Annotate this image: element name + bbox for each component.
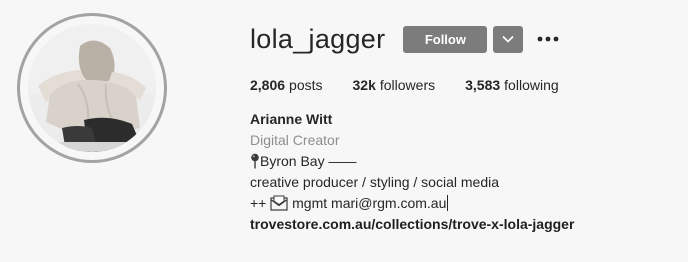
follow-button[interactable]: Follow [403, 25, 488, 53]
posts-stat: 2,806 posts [250, 77, 323, 93]
followers-stat[interactable]: 32k followers [353, 77, 436, 93]
profile-stats: 2,806 posts 32k followers 3,583 following [250, 77, 589, 93]
more-options-button[interactable] [537, 26, 559, 53]
text-cursor: ​ [447, 195, 449, 211]
suggested-accounts-button[interactable] [493, 25, 524, 53]
followers-label: followers [379, 77, 436, 93]
profile-picture-ring[interactable] [17, 13, 167, 163]
pushpin-icon [251, 153, 259, 169]
chevron-down-icon [502, 35, 514, 43]
more-options-icon [538, 36, 559, 42]
full-name: Arianne Witt [250, 111, 333, 127]
bio-website-link[interactable]: trovestore.com.au/collections/trove-x-lo… [250, 214, 574, 235]
bio-mgmt-prefix: ++ [250, 195, 267, 211]
profile-header: lola_jagger Follow [250, 22, 559, 56]
profile-bio: Arianne Witt Digital Creator Byron Bay —… [250, 109, 574, 235]
following-count: 3,583 [465, 77, 501, 93]
posts-label: posts [289, 77, 323, 93]
bio-description: creative producer / styling / social med… [250, 174, 499, 190]
avatar[interactable] [28, 24, 156, 152]
avatar-photo [28, 24, 156, 152]
username: lola_jagger [250, 23, 386, 54]
posts-count: 2,806 [250, 77, 286, 93]
following-label: following [504, 77, 559, 93]
category-label: Digital Creator [250, 132, 340, 148]
envelope-icon [270, 195, 288, 211]
bio-location-line: Byron Bay —— [250, 151, 574, 172]
bio-mgmt-text: mgmt mari@rgm.com.au [292, 195, 447, 211]
bio-mgmt-line: ++ mgmt mari@rgm.com.au​ [250, 193, 574, 214]
bio-location: Byron Bay —— [260, 153, 357, 169]
following-stat[interactable]: 3,583 following [465, 77, 559, 93]
followers-count: 32k [352, 77, 376, 93]
